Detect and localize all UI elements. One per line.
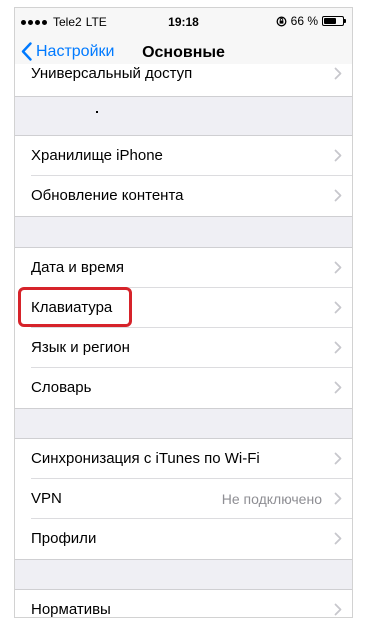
battery-percent: 66 % xyxy=(290,14,318,28)
battery-icon xyxy=(322,16,346,26)
group-divider xyxy=(15,559,352,560)
row-label: VPN xyxy=(31,490,62,507)
chevron-right-icon xyxy=(334,452,342,465)
chevron-right-icon xyxy=(334,149,342,162)
row-label: Язык и регион xyxy=(31,339,130,356)
row-label: Профили xyxy=(31,530,97,547)
row-vpn[interactable]: VPN Не подключено xyxy=(15,479,352,519)
chevron-right-icon xyxy=(334,189,342,202)
row-itunes-wifi-sync[interactable]: Синхронизация с iTunes по Wi-Fi xyxy=(15,439,352,479)
row-language-region[interactable]: Язык и регион xyxy=(15,328,352,368)
group-divider xyxy=(15,96,352,97)
row-label: Универсальный доступ xyxy=(31,65,193,82)
orientation-lock-icon xyxy=(276,16,287,26)
row-regulatory[interactable]: Нормативы xyxy=(15,590,352,618)
chevron-right-icon xyxy=(334,301,342,314)
status-bar: Tele2 LTE 19:18 66 % xyxy=(15,8,352,34)
stray-dot xyxy=(96,111,98,113)
chevron-right-icon xyxy=(334,341,342,354)
row-dictionary[interactable]: Словарь xyxy=(15,368,352,408)
chevron-right-icon xyxy=(334,492,342,505)
row-label: Словарь xyxy=(31,379,92,396)
row-date-time[interactable]: Дата и время xyxy=(15,248,352,288)
row-label: Обновление контента xyxy=(31,187,184,204)
row-iphone-storage[interactable]: Хранилище iPhone xyxy=(15,136,352,176)
vpn-status: Не подключено xyxy=(221,491,322,507)
chevron-right-icon xyxy=(334,603,342,616)
row-content-update[interactable]: Обновление контента xyxy=(15,176,352,216)
chevron-right-icon xyxy=(334,381,342,394)
row-label: Хранилище iPhone xyxy=(31,147,163,164)
row-profiles[interactable]: Профили xyxy=(15,519,352,559)
keyboard-highlight-frame xyxy=(18,287,132,327)
row-universal-access[interactable]: Универсальный доступ xyxy=(15,64,352,96)
page-title: Основные xyxy=(142,44,225,61)
battery-fill xyxy=(324,18,336,24)
status-right: 66 % xyxy=(276,14,346,28)
group-divider xyxy=(15,408,352,409)
group-divider xyxy=(15,216,352,217)
phone-screen: Tele2 LTE 19:18 66 % Настройки Основные xyxy=(14,7,353,618)
row-label: Синхронизация с iTunes по Wi-Fi xyxy=(31,450,260,467)
chevron-right-icon xyxy=(334,261,342,274)
chevron-right-icon xyxy=(334,67,342,80)
row-label: Дата и время xyxy=(31,259,125,276)
chevron-right-icon xyxy=(334,532,342,545)
row-label: Нормативы xyxy=(31,601,111,618)
